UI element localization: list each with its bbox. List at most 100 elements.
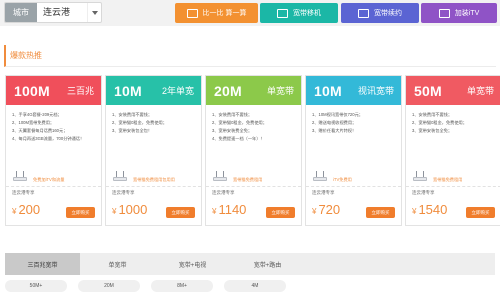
tab-300m-broadband[interactable]: 三百兆宽带 bbox=[5, 253, 80, 275]
buy-now-button[interactable]: 立即购买 bbox=[466, 207, 495, 218]
compare-calc-button[interactable]: 比一比 算一算 bbox=[175, 3, 258, 23]
buy-now-button[interactable]: 立即购买 bbox=[266, 207, 295, 218]
shop-label: 连云港专享 bbox=[12, 190, 35, 195]
feature-list: 1、手享4G套餐-209元档； 2、100M宽带免费用； 3、天翼套餐每月话费1… bbox=[6, 105, 101, 143]
card-tag: 单宽带 bbox=[266, 86, 294, 96]
product-card: 20M 单宽带 1、安装费用不要钱； 2、宽带猫0租金，免费使用； 3、宽带安装… bbox=[205, 75, 302, 226]
price: ¥ 1540 bbox=[412, 202, 447, 217]
router-icon bbox=[413, 171, 427, 181]
shop-label: 连云港专享 bbox=[312, 190, 335, 195]
feature-item: 3、天翼套餐每月话费160元； bbox=[12, 128, 68, 133]
divider bbox=[106, 186, 201, 187]
card-header: 20M 单宽带 bbox=[206, 76, 301, 105]
buy-now-button[interactable]: 立即购买 bbox=[66, 207, 95, 218]
feature-item: 3、赠价任看大片特权！ bbox=[312, 128, 357, 133]
add-itv-button[interactable]: 加装iTV bbox=[421, 3, 497, 23]
card-speed: 10M bbox=[314, 82, 342, 99]
product-cards: 100M 三百兆 1、手享4G套餐-209元档； 2、100M宽带免费用； 3、… bbox=[5, 75, 500, 226]
promo-text: 免费加iTV和流量 bbox=[33, 177, 65, 182]
price: ¥ 200 bbox=[12, 202, 40, 217]
card-speed: 10M bbox=[114, 82, 142, 99]
product-card: 10M 2年单宽 1、安装费用不要钱； 2、宽带猫0租金，免费使用； 3、宽带安… bbox=[105, 75, 202, 226]
move-broadband-button[interactable]: 宽带移机 bbox=[260, 3, 338, 23]
currency-symbol: ¥ bbox=[112, 207, 117, 216]
currency-symbol: ¥ bbox=[212, 207, 217, 216]
product-card: 100M 三百兆 1、手享4G套餐-209元档； 2、100M宽带免费用； 3、… bbox=[5, 75, 102, 226]
divider bbox=[306, 186, 401, 187]
router-icon bbox=[113, 171, 127, 181]
buy-now-button[interactable]: 立即购买 bbox=[366, 207, 395, 218]
promo-text: 宽带猫免费租用包用用 bbox=[133, 177, 175, 182]
shop-label: 连云港专享 bbox=[412, 190, 435, 195]
speed-filter-pill[interactable]: 4M bbox=[224, 280, 286, 292]
price-value: 720 bbox=[318, 202, 341, 217]
feature-item: 3、宽带安装费全免； bbox=[212, 128, 253, 133]
divider bbox=[406, 186, 500, 187]
feature-item: 4、免费提速一档（一年）！ bbox=[212, 136, 265, 141]
router-icon bbox=[313, 171, 327, 181]
price: ¥ 1140 bbox=[212, 202, 246, 217]
promo-text: iTV免费用 bbox=[333, 177, 352, 182]
router-icon bbox=[13, 171, 27, 181]
category-tabs: 三百兆宽带 单宽带 宽带+电视 宽带+路由 bbox=[5, 253, 495, 275]
feature-list: 1、10M视讯宽带仅720元； 2、赠送电视收视费用； 3、赠价任看大片特权！ bbox=[306, 105, 401, 135]
feature-item: 1、手享4G套餐-209元档； bbox=[12, 112, 62, 117]
buy-now-button[interactable]: 立即购买 bbox=[166, 207, 195, 218]
price-value: 1540 bbox=[418, 202, 448, 217]
card-speed: 20M bbox=[214, 82, 242, 99]
feature-item: 2、宽带猫0租金，免费使用； bbox=[112, 120, 167, 125]
card-tag: 三百兆 bbox=[66, 86, 94, 96]
feature-item: 4、每月再送3GB流量，700分钟通话！ bbox=[12, 136, 85, 141]
speed-filter-pill[interactable]: 8M+ bbox=[151, 280, 213, 292]
feature-item: 3、宽带安装包全包！ bbox=[112, 128, 153, 133]
feature-item: 3、宽带安装包全免； bbox=[412, 128, 453, 133]
card-speed: 50M bbox=[414, 82, 442, 99]
section-title: 爆款热推 bbox=[10, 51, 42, 60]
feature-item: 1、安装费用不要钱； bbox=[112, 112, 153, 117]
feature-item: 2、赠送电视收视费用； bbox=[312, 120, 357, 125]
speed-filter-pill[interactable]: 50M+ bbox=[5, 280, 67, 292]
top-bar: 城市 连云港 比一比 算一算 宽带移机 宽带续约 加装iTV bbox=[0, 0, 500, 26]
currency-symbol: ¥ bbox=[412, 207, 417, 216]
feature-list: 1、安装费用不要钱； 2、宽带猫0租金，免费使用； 3、宽带安装包全包！ bbox=[106, 105, 201, 135]
product-card: 10M 视讯宽带 1、10M视讯宽带仅720元； 2、赠送电视收视费用； 3、赠… bbox=[305, 75, 402, 226]
card-tag: 单宽带 bbox=[466, 86, 494, 96]
section-header: 爆款热推 bbox=[4, 45, 496, 67]
divider bbox=[6, 186, 101, 187]
tab-single-broadband[interactable]: 单宽带 bbox=[80, 253, 155, 275]
product-card: 50M 单宽带 1、安装费用不要钱； 2、宽带猫0租金，免费使用； 3、宽带安装… bbox=[405, 75, 500, 226]
feature-item: 2、宽带猫0租金，免费使用； bbox=[212, 120, 267, 125]
card-tag: 2年单宽 bbox=[161, 86, 194, 96]
renew-icon bbox=[358, 8, 369, 18]
price-value: 1000 bbox=[118, 202, 148, 217]
router-icon bbox=[213, 171, 227, 181]
speed-filters: 50M+ 20M 8M+ 4M bbox=[5, 280, 286, 292]
move-broadband-label: 宽带移机 bbox=[293, 10, 321, 17]
card-speed: 100M bbox=[14, 82, 50, 99]
card-header: 50M 单宽带 bbox=[406, 76, 500, 105]
card-tag: 视讯宽带 bbox=[357, 86, 394, 96]
tab-broadband-tv[interactable]: 宽带+电视 bbox=[155, 253, 230, 275]
feature-item: 1、10M视讯宽带仅720元； bbox=[312, 112, 363, 117]
promo-text: 宽带猫免费租用 bbox=[433, 177, 463, 182]
promo-text: 宽带猫免费租用 bbox=[233, 177, 263, 182]
compare-calc-label: 比一比 算一算 bbox=[202, 10, 247, 17]
feature-item: 1、安装费用不要钱； bbox=[412, 112, 453, 117]
speed-filter-pill[interactable]: 20M bbox=[78, 280, 140, 292]
tab-broadband-router[interactable]: 宽带+路由 bbox=[230, 253, 305, 275]
tv-icon bbox=[438, 8, 450, 18]
currency-symbol: ¥ bbox=[12, 207, 17, 216]
add-itv-label: 加装iTV bbox=[454, 10, 480, 17]
price-value: 200 bbox=[18, 202, 41, 217]
chevron-down-icon[interactable] bbox=[87, 3, 101, 22]
city-selector[interactable]: 城市 连云港 bbox=[4, 2, 102, 23]
price: ¥ 720 bbox=[312, 202, 340, 217]
city-label: 城市 bbox=[5, 3, 37, 22]
feature-list: 1、安装费用不要钱； 2、宽带猫0租金，免费使用； 3、宽带安装费全免； 4、免… bbox=[206, 105, 301, 143]
renew-broadband-label: 宽带续约 bbox=[374, 10, 402, 17]
price: ¥ 1000 bbox=[112, 202, 147, 217]
city-value[interactable]: 连云港 bbox=[37, 3, 87, 22]
currency-symbol: ¥ bbox=[312, 207, 317, 216]
calculator-icon bbox=[186, 8, 198, 18]
renew-broadband-button[interactable]: 宽带续约 bbox=[341, 3, 419, 23]
